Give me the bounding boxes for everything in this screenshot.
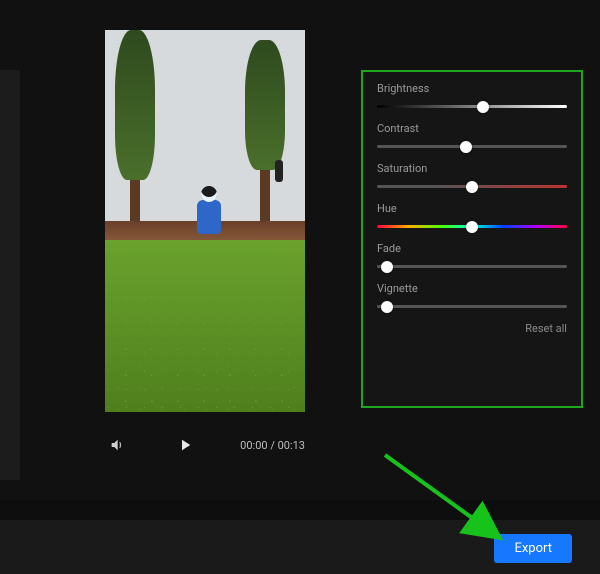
saturation-thumb[interactable] — [466, 181, 478, 193]
scene-person-bg — [275, 160, 283, 182]
contrast-label: Contrast — [377, 122, 567, 135]
vignette-slider[interactable] — [377, 305, 567, 308]
vignette-label: Vignette — [377, 282, 567, 295]
brightness-label: Brightness — [377, 82, 567, 95]
contrast-slider[interactable] — [377, 145, 567, 148]
volume-icon[interactable] — [105, 437, 129, 453]
time-separator: / — [270, 439, 275, 452]
video-preview[interactable] — [105, 30, 305, 412]
play-icon[interactable] — [129, 436, 240, 454]
fade-slider[interactable] — [377, 265, 567, 268]
player-time: 00:00 / 00:13 — [240, 439, 305, 452]
fade-control: Fade — [377, 242, 567, 268]
brightness-slider[interactable] — [377, 105, 567, 108]
saturation-control: Saturation — [377, 162, 567, 188]
contrast-control: Contrast — [377, 122, 567, 148]
editor-stage: 00:00 / 00:13 Brightness Contrast Satura… — [0, 0, 600, 500]
fade-thumb[interactable] — [381, 261, 393, 273]
brightness-thumb[interactable] — [477, 101, 489, 113]
brightness-control: Brightness — [377, 82, 567, 108]
hue-label: Hue — [377, 202, 567, 215]
player-controls: 00:00 / 00:13 — [105, 430, 305, 460]
vignette-thumb[interactable] — [381, 301, 393, 313]
saturation-slider[interactable] — [377, 185, 567, 188]
scene-tree — [245, 40, 285, 170]
scene-grass — [105, 240, 305, 412]
left-rail — [0, 70, 20, 480]
adjustments-panel: Brightness Contrast Saturation Hue Fade — [361, 70, 583, 408]
current-time: 00:00 — [240, 439, 267, 452]
hue-control: Hue — [377, 202, 567, 228]
total-time: 00:13 — [278, 439, 305, 452]
vignette-control: Vignette — [377, 282, 567, 308]
export-button[interactable]: Export — [494, 534, 572, 563]
contrast-thumb[interactable] — [460, 141, 472, 153]
scene-person — [197, 200, 221, 234]
hue-slider[interactable] — [377, 225, 567, 228]
saturation-label: Saturation — [377, 162, 567, 175]
reset-all-link[interactable]: Reset all — [377, 322, 567, 335]
hue-thumb[interactable] — [466, 221, 478, 233]
fade-label: Fade — [377, 242, 567, 255]
scene-tree — [115, 30, 155, 180]
bottom-bar: Export — [0, 520, 600, 574]
